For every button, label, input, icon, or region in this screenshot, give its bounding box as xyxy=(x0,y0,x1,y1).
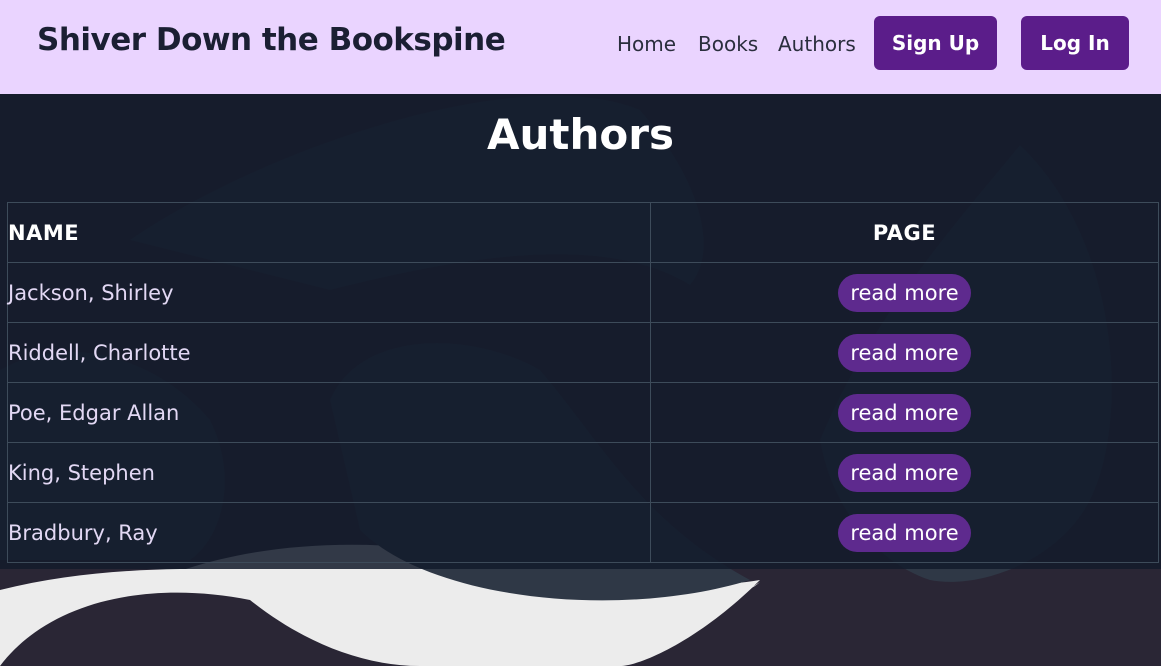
login-button[interactable]: Log In xyxy=(1021,16,1129,70)
author-name: Riddell, Charlotte xyxy=(7,322,651,383)
table-row: King, Stephen read more xyxy=(7,442,1159,503)
table-header-row: NAME PAGE xyxy=(7,202,1159,263)
read-more-button[interactable]: read more xyxy=(838,453,971,492)
table-row: Riddell, Charlotte read more xyxy=(7,322,1159,383)
read-more-button[interactable]: read more xyxy=(838,513,971,552)
table-row: Poe, Edgar Allan read more xyxy=(7,382,1159,443)
nav-link-home[interactable]: Home xyxy=(617,32,676,56)
nav-link-books[interactable]: Books xyxy=(698,32,758,56)
table-row: Jackson, Shirley read more xyxy=(7,262,1159,323)
author-name: Bradbury, Ray xyxy=(7,502,651,563)
column-header-page: PAGE xyxy=(650,202,1159,263)
read-more-button[interactable]: read more xyxy=(838,393,971,432)
column-header-name: NAME xyxy=(7,202,651,263)
site-brand[interactable]: Shiver Down the Bookspine xyxy=(37,22,506,58)
read-more-button[interactable]: read more xyxy=(838,273,971,312)
author-name: King, Stephen xyxy=(7,442,651,503)
authors-table: NAME PAGE Jackson, Shirley read more Rid… xyxy=(7,202,1159,563)
top-navbar: Shiver Down the Bookspine Home Books Aut… xyxy=(0,0,1161,94)
read-more-button[interactable]: read more xyxy=(838,333,971,372)
signup-button[interactable]: Sign Up xyxy=(874,16,997,70)
author-name: Poe, Edgar Allan xyxy=(7,382,651,443)
page-title: Authors xyxy=(487,110,674,159)
author-name: Jackson, Shirley xyxy=(7,262,651,323)
nav-link-authors[interactable]: Authors xyxy=(778,32,856,56)
table-row: Bradbury, Ray read more xyxy=(7,502,1159,563)
